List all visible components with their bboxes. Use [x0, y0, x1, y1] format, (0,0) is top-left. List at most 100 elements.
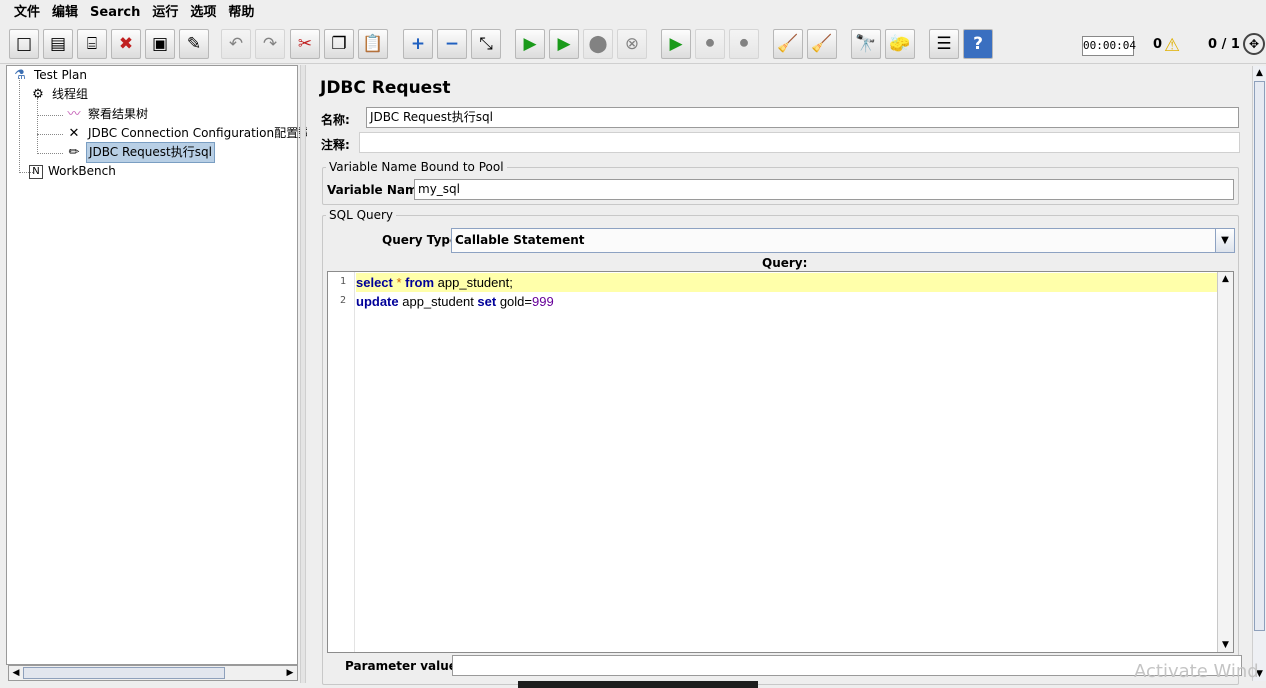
collapse-icon[interactable]: − [437, 29, 467, 59]
keyword: select [356, 275, 393, 290]
workbench-icon: N [29, 164, 43, 179]
menu-bar: 文件 编辑 Search 运行 选项 帮助 [0, 0, 1266, 26]
tree-horizontal-scrollbar[interactable]: ◀ ▶ [8, 665, 298, 681]
function-helper-icon[interactable]: ☰ [929, 29, 959, 59]
undo-icon[interactable]: ↶ [221, 29, 251, 59]
keyword: update [356, 294, 399, 309]
elapsed-timer: 00:00:04 [1082, 36, 1136, 56]
editor-vertical-scrollbar[interactable]: ▲ ▼ [1217, 272, 1233, 652]
warning-count: 0 [1153, 37, 1163, 52]
tree-node-workbench[interactable]: N WorkBench [29, 162, 118, 181]
code-line[interactable]: select * from app_student; [356, 273, 1218, 292]
tree-node-thread-group[interactable]: ⚙ 线程组 [29, 85, 90, 104]
chevron-down-icon[interactable]: ▼ [1215, 229, 1234, 252]
tree-line [37, 134, 63, 135]
query-editor[interactable]: 1 2 select * from app_student; update ap… [327, 271, 1234, 653]
clear-icon[interactable]: 🧹 [773, 29, 803, 59]
redo-icon[interactable]: ↷ [255, 29, 285, 59]
remote-status-icon[interactable]: ✥ [1243, 33, 1265, 55]
menu-run[interactable]: 运行 [146, 0, 184, 26]
remote-start-icon[interactable]: ▶ [661, 29, 691, 59]
keyword: set [477, 294, 497, 309]
taskbar-strip [518, 681, 758, 688]
line-number-gutter: 1 2 [328, 272, 355, 652]
cut-icon[interactable]: ✂ [290, 29, 320, 59]
scroll-up-icon[interactable]: ▲ [1218, 272, 1233, 286]
comment-label: 注释: [321, 138, 350, 152]
new-icon[interactable]: □ [9, 29, 39, 59]
code-text: app_student; [434, 275, 513, 290]
name-label: 名称: [321, 113, 350, 127]
clear-all-icon[interactable]: 🧹 [807, 29, 837, 59]
menu-file[interactable]: 文件 [8, 0, 46, 26]
parameter-values-label: Parameter values: [345, 659, 469, 673]
main-vertical-scrollbar[interactable]: ▲ ▼ [1252, 66, 1266, 681]
paste-icon[interactable]: 📋 [358, 29, 388, 59]
test-plan-icon: ⚗ [14, 68, 26, 83]
sql-query-group-title: SQL Query [326, 208, 397, 222]
active-threads: 0 / 1 [1208, 37, 1240, 52]
tools-icon: ✕ [68, 126, 80, 141]
keyword: from [405, 275, 435, 290]
tree-node-jdbc-request[interactable]: ✏ JDBC Request执行sql [65, 142, 215, 163]
line-number: 1 [339, 276, 346, 287]
menu-search[interactable]: Search [84, 0, 146, 26]
activate-windows-watermark: Activate Wind [1134, 661, 1259, 682]
tree-node-test-plan[interactable]: ⚗ Test Plan [11, 66, 89, 85]
help-icon[interactable]: ? [963, 29, 993, 59]
line-number: 2 [339, 295, 346, 306]
tree-line [19, 78, 20, 173]
scroll-right-icon[interactable]: ▶ [283, 666, 297, 680]
menu-help[interactable]: 帮助 [222, 0, 260, 26]
remote-stop-icon[interactable]: ⚫ [695, 29, 725, 59]
number-literal: 999 [532, 294, 554, 309]
tree-node-view-results-tree[interactable]: 〰 察看结果树 [65, 105, 150, 124]
expand-icon[interactable]: + [403, 29, 433, 59]
parameter-values-field[interactable] [452, 655, 1242, 676]
save-icon[interactable]: ▣ [145, 29, 175, 59]
close-icon[interactable]: ✖ [111, 29, 141, 59]
tree-line [37, 153, 63, 154]
pool-group-title: Variable Name Bound to Pool [326, 160, 507, 174]
toolbar: □ ▤ ⌸ ✖ ▣ ✎ ↶ ↷ ✂ ❐ 📋 + − ⤡ ▶ ▶ ⬤ ⊗ ▶ ⚫ ⚫ 🧹 🧹 🔭 🧽 ☰? [0, 26, 1266, 64]
query-type-value: Callable Statement [455, 233, 585, 247]
warning-icon[interactable]: ⚠ [1164, 35, 1180, 56]
code-text: app_student [398, 294, 478, 309]
start-icon[interactable]: ▶ [515, 29, 545, 59]
scroll-left-icon[interactable]: ◀ [9, 666, 23, 680]
panel-title: JDBC Request [320, 78, 451, 98]
code-line[interactable]: update app_student set gold=999 [356, 292, 1218, 311]
menu-options[interactable]: 选项 [184, 0, 222, 26]
start-no-pauses-icon[interactable]: ▶ [549, 29, 579, 59]
chart-icon: 〰 [67, 107, 81, 122]
jdbc-request-panel: JDBC Request 名称: JDBC Request执行sql 注释: V… [307, 65, 1252, 685]
name-field[interactable]: JDBC Request执行sql [366, 107, 1239, 128]
scroll-up-icon[interactable]: ▲ [1253, 66, 1266, 80]
variable-name-field[interactable]: my_sql [414, 179, 1234, 200]
templates-icon[interactable]: ▤ [43, 29, 73, 59]
scroll-thumb[interactable] [23, 667, 225, 679]
scroll-down-icon[interactable]: ▼ [1218, 638, 1233, 652]
stop-icon[interactable]: ⬤ [583, 29, 613, 59]
query-label: Query: [762, 256, 808, 270]
menu-edit[interactable]: 编辑 [46, 0, 84, 26]
comment-field[interactable] [359, 132, 1240, 153]
shutdown-icon[interactable]: ⊗ [617, 29, 647, 59]
copy-icon[interactable]: ❐ [324, 29, 354, 59]
panel-splitter[interactable] [300, 65, 306, 683]
tree-line [37, 98, 38, 154]
search-icon[interactable]: 🔭 [851, 29, 881, 59]
tree-node-jdbc-connection[interactable]: ✕ JDBC Connection Configuration配置数 [65, 124, 312, 143]
reset-search-icon[interactable]: 🧽 [885, 29, 915, 59]
pipette-icon: ✏ [68, 145, 80, 160]
save-as-icon[interactable]: ✎ [179, 29, 209, 59]
remote-shutdown-icon[interactable]: ⚫ [729, 29, 759, 59]
tree-line [37, 115, 63, 116]
scroll-thumb[interactable] [1254, 81, 1265, 631]
test-plan-tree: ⚗ Test Plan ⚙ 线程组 〰 察看结果树 ✕ JDBC Connect… [6, 65, 310, 665]
gear-icon: ⚙ [32, 87, 44, 102]
open-icon[interactable]: ⌸ [77, 29, 107, 59]
code-text: gold= [496, 294, 533, 309]
query-type-select[interactable]: Callable Statement ▼ [451, 228, 1235, 253]
toggle-icon[interactable]: ⤡ [471, 29, 501, 59]
